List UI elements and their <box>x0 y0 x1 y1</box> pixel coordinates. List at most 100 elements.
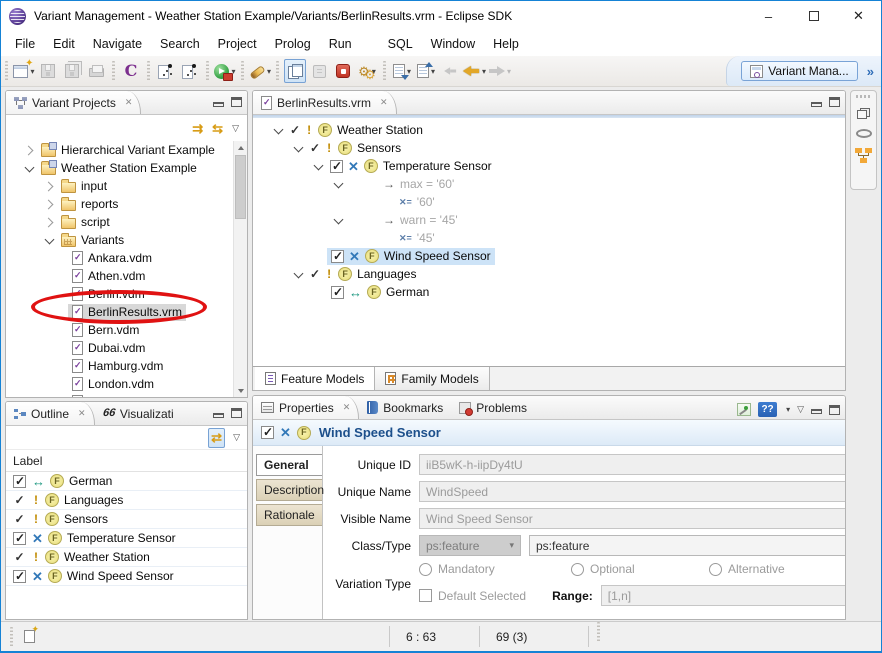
window-close-button[interactable]: ✕ <box>836 1 881 31</box>
checkbox-checked[interactable] <box>330 160 343 173</box>
checkbox-checked[interactable] <box>13 570 26 583</box>
folder-row-reports[interactable]: reports <box>6 195 247 213</box>
minimize-view-button[interactable] <box>213 102 224 107</box>
chevron-right-icon[interactable] <box>42 215 56 229</box>
menu-search[interactable]: Search <box>151 37 209 51</box>
copy-view-button[interactable] <box>284 59 306 83</box>
run-query-button[interactable] <box>155 59 177 83</box>
collapse-all-icon[interactable]: ⇉ <box>192 122 203 135</box>
chevron-right-icon[interactable] <box>22 143 36 157</box>
attribute-value-row-60[interactable]: ✕='60' <box>253 193 845 211</box>
attribute-value-row-45[interactable]: ✕='45' <box>253 229 845 247</box>
scrollbar-thumb[interactable] <box>235 155 246 219</box>
checkbox-checked[interactable] <box>331 250 344 263</box>
print-button[interactable] <box>85 59 107 83</box>
minimize-view-button[interactable] <box>213 413 224 418</box>
menu-project[interactable]: Project <box>209 37 266 51</box>
folder-row-script[interactable]: script <box>6 213 247 231</box>
configuration-caret[interactable]: ▾ <box>372 67 376 76</box>
tab-family-models[interactable]: Family Models <box>375 367 489 390</box>
run-query-alt-button[interactable] <box>179 59 201 83</box>
tab-feature-models[interactable]: Feature Models <box>255 367 375 390</box>
minimize-view-button[interactable] <box>811 409 822 414</box>
file-row-dubai-vdm[interactable]: Dubai.vdm <box>6 339 247 357</box>
project-row-hierarchical-variant-example[interactable]: Hierarchical Variant Example <box>6 141 247 159</box>
outline-row-temperature-sensor[interactable]: ✕FTemperature Sensor <box>6 529 247 548</box>
task-note-icon[interactable] <box>24 630 35 643</box>
file-row-bern-vdm[interactable]: Bern.vdm <box>6 321 247 339</box>
folder-row-input[interactable]: input <box>6 177 247 195</box>
file-row-madrid-vdm[interactable]: Madrid.vdm <box>6 393 247 397</box>
vertical-scrollbar[interactable] <box>233 141 247 397</box>
checkbox-checked[interactable] <box>13 475 26 488</box>
outline-column-header[interactable]: Label <box>6 450 247 472</box>
feature-row-languages[interactable]: ✓!FLanguages <box>253 265 845 283</box>
configuration-button[interactable]: ⚙▾ <box>356 59 378 83</box>
view-menu-icon[interactable]: ▽ <box>233 432 240 443</box>
pin-icon[interactable] <box>737 403 751 416</box>
maximize-view-button[interactable] <box>231 97 242 107</box>
menu-window[interactable]: Window <box>422 37 484 51</box>
chevron-down-icon[interactable] <box>291 267 305 281</box>
project-row-weather-station-example[interactable]: Weather Station Example <box>6 159 247 177</box>
highlighter-button[interactable]: ▾ <box>249 59 271 83</box>
help-badge-icon[interactable]: ?? <box>758 402 777 417</box>
maximize-editor-button[interactable] <box>829 97 840 107</box>
prolog-console-button[interactable]: C <box>120 59 142 83</box>
tab-berlinresults-vrm[interactable]: BerlinResults.vrm ✕ <box>253 91 397 114</box>
tab-bookmarks[interactable]: Bookmarks <box>359 396 451 419</box>
file-row-berlin-vdm[interactable]: Berlin.vdm <box>6 285 247 303</box>
tab-problems[interactable]: Problems <box>451 396 535 419</box>
chevron-down-icon[interactable] <box>271 123 285 137</box>
window-maximize-button[interactable] <box>791 1 836 31</box>
tab-variant-projects[interactable]: Variant Projects ✕ <box>6 91 141 114</box>
feature-row-temperature-sensor[interactable]: ✕FTemperature Sensor <box>253 157 845 175</box>
form-tab-description[interactable]: Description <box>256 479 322 501</box>
save-button[interactable] <box>37 59 59 83</box>
view-menu-icon[interactable]: ▽ <box>232 123 239 134</box>
save-all-button[interactable] <box>61 59 83 83</box>
external-tools-button[interactable]: ▾ <box>214 59 236 83</box>
chevron-right-icon[interactable] <box>42 179 56 193</box>
feature-row-wind-speed-sensor[interactable]: ✕FWind Speed Sensor <box>253 247 845 265</box>
last-edit-location-button[interactable] <box>439 59 461 83</box>
highlighter-caret[interactable]: ▾ <box>267 67 271 76</box>
form-tab-rationale[interactable]: Rationale <box>256 504 322 526</box>
ellipse-icon[interactable] <box>856 129 872 138</box>
forward-caret[interactable]: ▾ <box>507 67 511 76</box>
feature-row-weather-station[interactable]: ✓!FWeather Station <box>253 121 845 139</box>
stamp-button[interactable] <box>308 59 330 83</box>
folder-row-variants[interactable]: Variants <box>6 231 247 249</box>
close-icon[interactable]: ✕ <box>343 402 351 413</box>
maximize-view-button[interactable] <box>231 408 242 418</box>
tab-visualization[interactable]: 66 Visualizati <box>95 402 182 425</box>
chevron-down-icon[interactable] <box>311 159 325 173</box>
new-wizard-button[interactable]: ▾ <box>13 59 35 83</box>
variant-management-perspective-button[interactable]: Variant Mana... <box>741 61 857 81</box>
close-icon[interactable]: ✕ <box>125 97 133 108</box>
chevron-down-icon[interactable] <box>331 177 345 191</box>
outline-row-languages[interactable]: ✓!FLanguages <box>6 491 247 510</box>
file-row-hamburg-vdm[interactable]: Hamburg.vdm <box>6 357 247 375</box>
menu-run[interactable]: Run <box>320 37 361 51</box>
attribute-row-max[interactable]: →max = '60' <box>253 175 845 193</box>
menu-edit[interactable]: Edit <box>44 37 84 51</box>
tab-outline[interactable]: Outline ✕ <box>6 402 95 425</box>
feature-row-sensors[interactable]: ✓!FSensors <box>253 139 845 157</box>
variant-hierarchy-icon[interactable] <box>855 148 872 163</box>
minimize-editor-button[interactable] <box>811 102 822 107</box>
restore-views-icon[interactable] <box>857 108 870 119</box>
chevron-down-icon[interactable] <box>291 141 305 155</box>
chevron-down-icon[interactable] <box>331 213 345 227</box>
scroll-up-button[interactable] <box>234 141 247 154</box>
next-annotation-button[interactable]: ▾ <box>391 59 413 83</box>
form-tab-general[interactable]: General <box>256 454 322 476</box>
back-button[interactable]: ▾ <box>463 59 486 83</box>
file-row-athen-vdm[interactable]: Athen.vdm <box>6 267 247 285</box>
checkbox-checked[interactable] <box>13 532 26 545</box>
scroll-down-button[interactable] <box>234 384 247 397</box>
menu-file[interactable]: File <box>6 37 44 51</box>
back-caret[interactable]: ▾ <box>482 67 486 76</box>
outline-row-wind-speed-sensor[interactable]: ✕FWind Speed Sensor <box>6 567 247 586</box>
outline-row-weather-station[interactable]: ✓!FWeather Station <box>6 548 247 567</box>
